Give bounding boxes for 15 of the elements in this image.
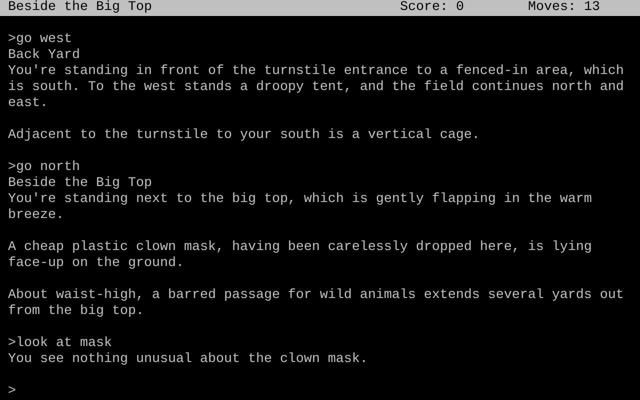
player-command: >look at mask	[8, 336, 113, 352]
score-label: Score: 0	[400, 0, 465, 16]
story-text: Adjacent to the turnstile to your south is a vertical cage.	[8, 128, 481, 144]
story-text: A cheap plastic clown mask, having been carelessly dropped here, is lying face-up on the ground.	[8, 240, 593, 272]
story-text: You're standing in front of the turnstile entrance to a fenced-in area, which is south. To the west stands a droopy tent, and the field continues north and east.	[8, 64, 625, 112]
room-name: Back Yard	[8, 48, 81, 64]
location-title: Beside the Big Top	[8, 0, 153, 16]
room-name: Beside the Big Top	[8, 176, 153, 192]
story-text: About waist-high, a barred passage for wild animals extends several yards out from the big top.	[8, 288, 625, 320]
command-prompt[interactable]: >	[8, 384, 632, 400]
moves-label: Moves: 13	[528, 0, 600, 16]
story-text: You see nothing unusual about the clown mask.	[8, 352, 369, 368]
player-command: >go north	[8, 160, 81, 176]
player-command: >go west	[8, 32, 73, 48]
story-text: You're standing next to the big top, which is gently flapping in the warm breeze.	[8, 192, 593, 224]
